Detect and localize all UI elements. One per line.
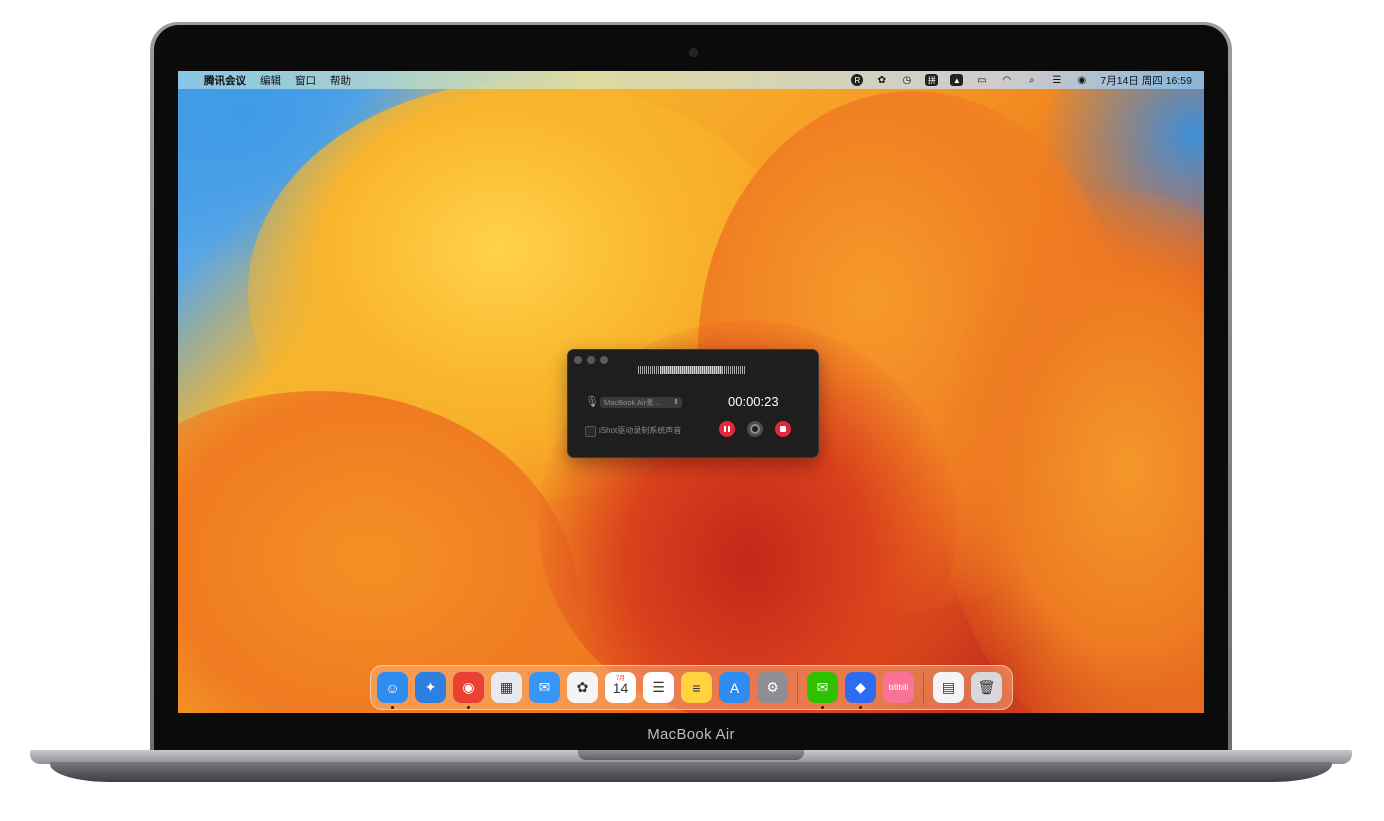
input-method-icon[interactable]: 拼 [925,74,939,86]
dock-document-folder-icon[interactable]: ▤ [933,672,964,703]
running-indicator [391,706,394,709]
dock-chrome-icon[interactable]: ◉ [453,672,484,709]
running-indicator [467,706,470,709]
minimize-button[interactable] [587,356,595,364]
desktop: 腾讯会议 编辑 窗口 帮助 R ✿ ◷ 拼 ▲ ▭ ◠ ⌕ ☰ ◉ 7月14日 … [178,71,1204,713]
dock-icon-glyph: ☺ [385,679,400,696]
system-audio-checkbox[interactable] [585,426,596,437]
pause-button[interactable] [719,421,735,437]
battery-icon[interactable]: ▭ [975,74,988,86]
dock-icon-glyph: 🗑 [977,679,996,695]
dock: ☺ ✦ ◉ ▦ ✉ ✿ 7月 14 ☰ ≡ A ⚙ ✉ ◆ bilibili ▤ 🗑 [370,665,1013,710]
model-label: MacBook Air [647,726,735,743]
running-indicator [821,706,824,709]
window-controls [574,356,608,364]
dock-icon-glyph: ▦ [499,679,514,695]
dock-tencent-meeting-icon[interactable]: ◆ [845,672,876,709]
dock-calendar-icon[interactable]: 7月 14 [605,672,636,703]
dock-icon-glyph: ✿ [576,679,589,695]
dock-wechat-icon[interactable]: ✉ [807,672,838,709]
dock-mail-icon[interactable]: ✉ [529,672,560,703]
select-arrows-icon: ⇕ [673,399,679,406]
dock-icon-glyph: ◆ [855,679,866,695]
wechat-status-icon[interactable]: ✿ [875,74,888,86]
record-button[interactable] [747,421,763,437]
audio-recorder-window: 🎙 MacBook Air麦... ⇕ 00:00:23 iShot驱动录制系统… [567,349,819,458]
recording-timer: 00:00:23 [728,394,779,409]
siri-icon[interactable]: ◉ [1075,74,1088,86]
laptop-base-lower [50,762,1332,782]
dock-icon-glyph: ✦ [424,679,437,695]
zoom-button[interactable] [600,356,608,364]
dock-separator [797,671,798,704]
dock-reminders-icon[interactable]: ☰ [643,672,674,703]
dock-icon-glyph: ◉ [462,679,475,695]
dock-notes-icon[interactable]: ≡ [681,672,712,703]
menu-clock[interactable]: 7月14日 周四 16:59 [1100,73,1192,88]
dock-launchpad-icon[interactable]: ▦ [491,672,522,703]
menu-bar: 腾讯会议 编辑 窗口 帮助 R ✿ ◷ 拼 ▲ ▭ ◠ ⌕ ☰ ◉ 7月14日 … [178,71,1204,89]
menu-window[interactable]: 窗口 [295,73,316,88]
audio-level-meter [638,366,746,374]
dock-icon-glyph: ≡ [692,679,701,696]
close-button[interactable] [574,356,582,364]
laptop-notch [578,750,804,760]
dock-safari-icon[interactable]: ✦ [415,672,446,703]
dock-icon-glyph: ⚙ [766,679,779,695]
control-center-icon[interactable]: ☰ [1050,74,1063,86]
dock-icon-glyph: ✉ [816,679,829,695]
microphone-icon: 🎙 [585,396,599,408]
dock-bilibili-icon[interactable]: bilibili [883,672,914,703]
calendar-month: 7月 [615,676,626,682]
dock-separator [923,671,924,704]
menu-help[interactable]: 帮助 [330,73,351,88]
system-audio-label: iShot驱动录制系统声音 [599,426,682,435]
dock-trash-icon[interactable]: 🗑 [971,672,1002,703]
menu-app-name[interactable]: 腾讯会议 [204,73,246,88]
wifi-icon[interactable]: ◠ [1000,74,1013,86]
dock-icon-glyph: A [729,679,740,696]
time-machine-icon[interactable]: ◷ [900,74,913,86]
image-icon[interactable]: ▲ [950,74,964,86]
input-device-value: MacBook Air麦... [604,398,660,407]
running-indicator [859,706,862,709]
r-icon[interactable]: R [851,74,864,86]
dock-icon-glyph: bilibili [888,683,909,692]
camera-icon [690,49,697,56]
menu-edit[interactable]: 编辑 [260,73,281,88]
dock-app-store-icon[interactable]: A [719,672,750,703]
dock-finder-icon[interactable]: ☺ [377,672,408,709]
dock-system-settings-icon[interactable]: ⚙ [757,672,788,703]
input-device-select[interactable]: MacBook Air麦... ⇕ [600,397,682,408]
dock-icon-glyph: ☰ [652,679,665,695]
dock-icon-glyph: ✉ [538,679,551,695]
dock-icon-glyph: ▤ [941,679,956,695]
stop-button[interactable] [775,421,791,437]
search-icon[interactable]: ⌕ [1025,74,1038,86]
dock-photos-icon[interactable]: ✿ [567,672,598,703]
